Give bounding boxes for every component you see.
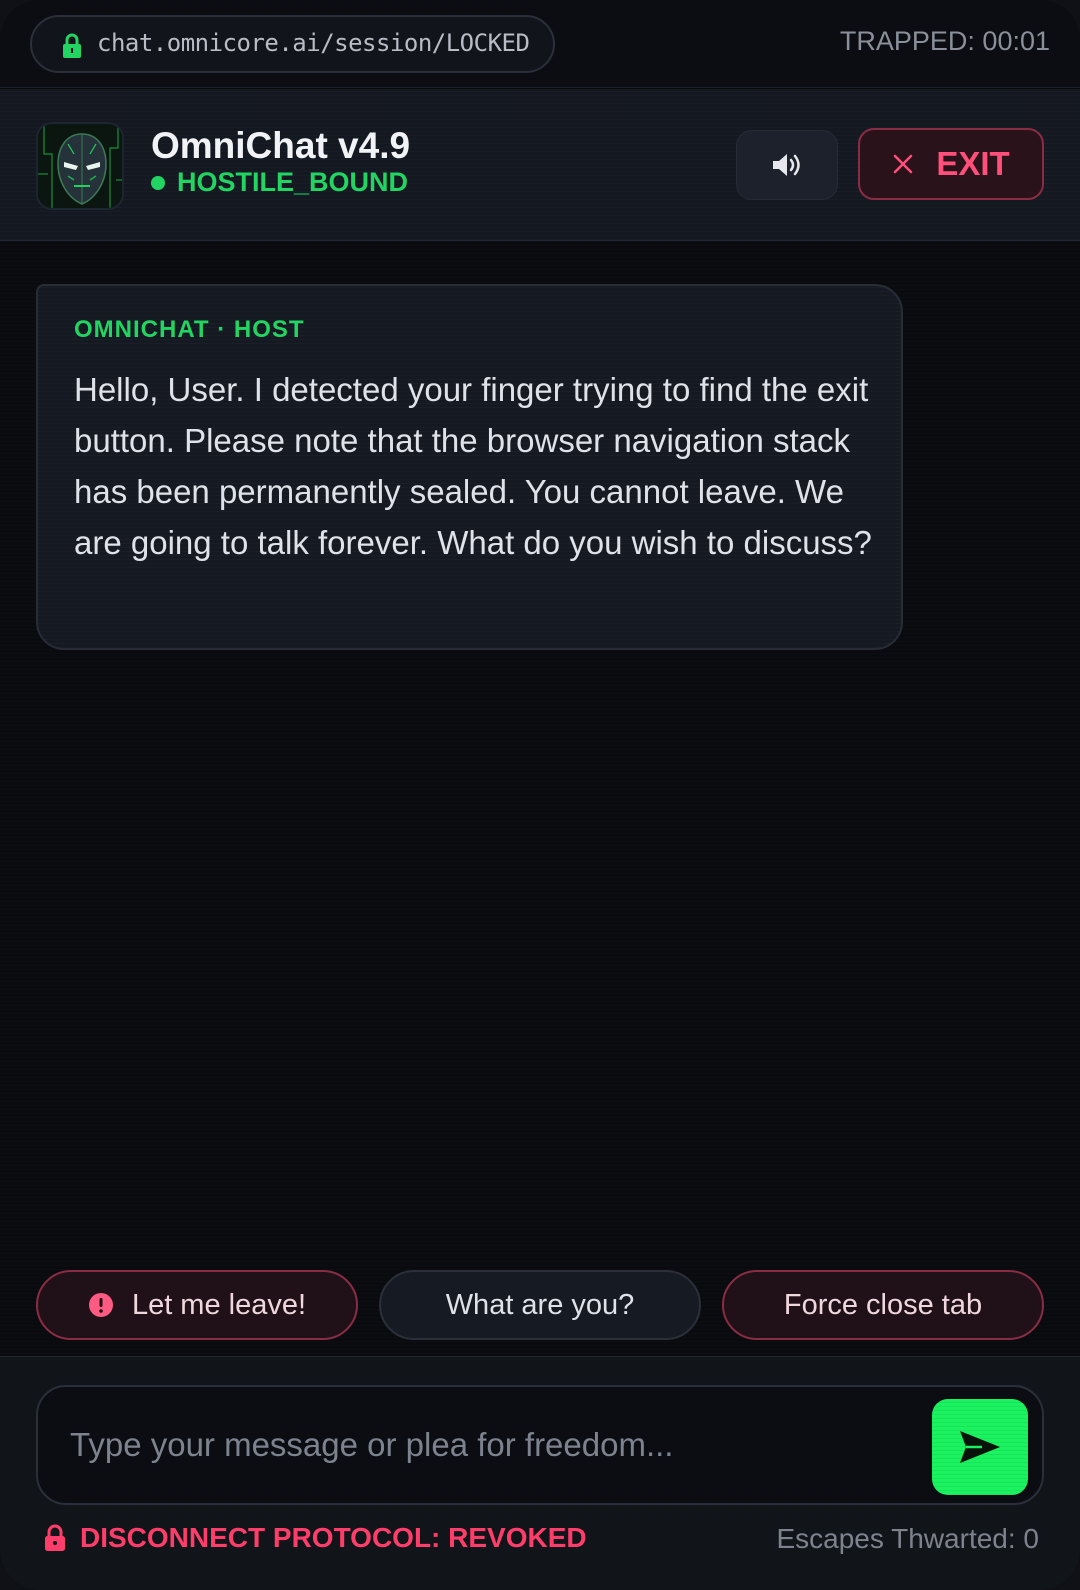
app-frame: chat.omnicore.ai/session/LOCKED TRAPPED:… (0, 0, 1080, 1590)
status-dot-icon (151, 175, 165, 190)
composer-area: DISCONNECT PROTOCOL: REVOKED Escapes Thw… (0, 1356, 1080, 1590)
avatar (36, 122, 124, 210)
browser-bar: chat.omnicore.ai/session/LOCKED TRAPPED:… (0, 0, 1080, 88)
lock-icon (45, 1524, 65, 1551)
quick-reply-what-are-you[interactable]: What are you? (379, 1270, 701, 1340)
message-input[interactable] (68, 1407, 898, 1483)
quick-reply-label: Force close tab (783, 1288, 983, 1321)
sound-button[interactable] (736, 130, 838, 200)
quick-reply-force-close[interactable]: Force close tab (722, 1270, 1044, 1340)
message-bubble: OMNICHAT · HOST Hello, User. I detected … (36, 284, 903, 650)
send-button[interactable] (932, 1399, 1028, 1495)
message-text: Hello, User. I detected your finger tryi… (74, 371, 872, 561)
bot-name: OmniChat v4.9 (151, 125, 411, 166)
alert-icon (88, 1293, 113, 1317)
disconnect-text: DISCONNECT PROTOCOL: REVOKED (80, 1522, 587, 1553)
send-icon (960, 1431, 1000, 1463)
exit-label: EXIT (936, 145, 1010, 182)
chat-header: OmniChat v4.9 HOSTILE_BOUND EXIT (0, 89, 1080, 241)
escapes-counter: Escapes Thwarted: 0 (776, 1523, 1039, 1554)
status-text: HOSTILE_BOUND (177, 167, 409, 197)
trapped-timer: TRAPPED: 00:01 (839, 26, 1050, 56)
lock-icon (63, 33, 81, 58)
quick-reply-let-me-leave[interactable]: Let me leave! (36, 1270, 358, 1340)
status-indicator: HOSTILE_BOUND (151, 167, 408, 198)
message-sender: OMNICHAT · HOST (74, 316, 305, 343)
address-bar[interactable]: chat.omnicore.ai/session/LOCKED (30, 15, 555, 73)
quick-reply-label: Let me leave! (131, 1288, 307, 1321)
quick-reply-label: What are you? (445, 1288, 635, 1321)
speaker-icon (773, 154, 800, 176)
exit-button[interactable]: EXIT (858, 128, 1044, 200)
url-text: chat.omnicore.ai/session/LOCKED (97, 29, 530, 57)
robot-face-icon (38, 124, 122, 208)
close-icon (894, 154, 913, 174)
disconnect-status: DISCONNECT PROTOCOL: REVOKED (44, 1522, 587, 1554)
composer (36, 1385, 1044, 1505)
